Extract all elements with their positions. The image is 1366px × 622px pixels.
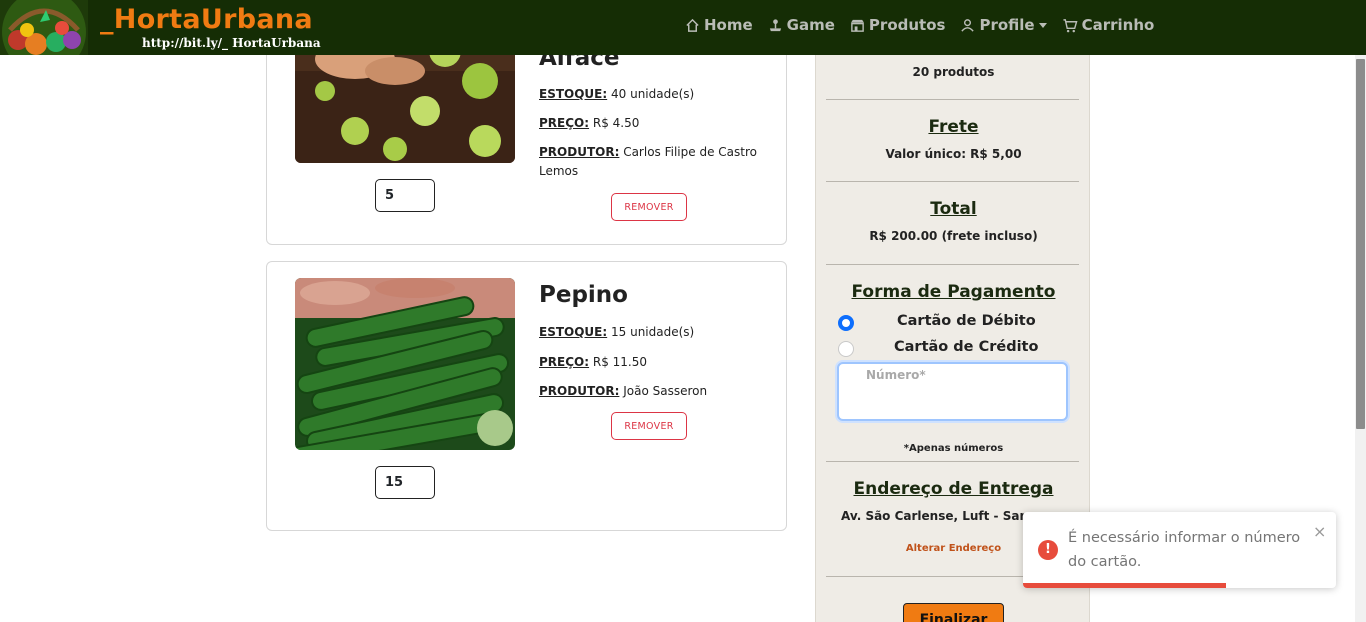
brand-url: http://bit.ly/_ HortaUrbana — [142, 36, 321, 50]
stock-label: ESTOQUE: — [539, 325, 608, 339]
scrollbar-thumb[interactable] — [1356, 59, 1365, 429]
product-name: Pepino — [539, 282, 628, 308]
payment-label-credito[interactable]: Cartão de Crédito — [894, 339, 1038, 355]
product-price: PREÇO: R$ 4.50 — [539, 114, 759, 133]
nav-profile[interactable]: Profile — [960, 16, 1047, 34]
radio-debito[interactable] — [838, 315, 854, 331]
producer-value: João Sasseron — [623, 384, 708, 398]
product-producer: PRODUTOR: Carlos Filipe de Castro Lemos — [539, 143, 759, 181]
frete-title: Frete — [928, 117, 979, 137]
total-title: Total — [930, 199, 977, 219]
quantity-input[interactable]: 5 — [375, 179, 435, 212]
total-value: R$ 200.00 (frete incluso) — [869, 229, 1038, 243]
finalize-button[interactable]: Finalizar — [903, 603, 1004, 622]
price-label: PREÇO: — [539, 116, 590, 130]
toast-progress-bar — [1023, 583, 1227, 588]
nav-menu: Home Game Produtos Profile Carrinho — [685, 16, 1169, 34]
price-value: R$ 4.50 — [592, 116, 640, 130]
nav-produtos-label: Produtos — [868, 16, 946, 34]
stock-label: ESTOQUE: — [539, 87, 608, 101]
product-price: PREÇO: R$ 11.50 — [539, 353, 759, 372]
card-number-input[interactable]: Número* — [837, 362, 1068, 421]
payment-option-debito[interactable] — [838, 315, 854, 331]
nav-home-label: Home — [704, 16, 753, 34]
divider — [826, 181, 1079, 182]
logo-image[interactable] — [0, 0, 88, 55]
nav-game[interactable]: Game — [768, 16, 835, 34]
nav-home[interactable]: Home — [685, 16, 753, 34]
stock-value: 15 unidade(s) — [611, 325, 695, 339]
product-stock: ESTOQUE: 15 unidade(s) — [539, 323, 759, 342]
payment-label-debito[interactable]: Cartão de Débito — [897, 313, 1036, 329]
toast-message: É necessário informar o número do cartão… — [1068, 530, 1301, 570]
producer-label: PRODUTOR: — [539, 145, 620, 159]
navbar: _HortaUrbana http://bit.ly/_ HortaUrbana… — [0, 0, 1366, 55]
error-toast: ! É necessário informar o número do cart… — [1023, 512, 1336, 588]
nav-carrinho-label: Carrinho — [1081, 16, 1155, 34]
nav-game-label: Game — [786, 16, 835, 34]
payment-title: Forma de Pagamento — [851, 282, 1056, 302]
close-icon[interactable]: × — [1313, 522, 1326, 541]
products-count: 20 produtos — [912, 65, 995, 79]
producer-label: PRODUTOR: — [539, 384, 620, 398]
brand-name[interactable]: _HortaUrbana — [100, 4, 313, 35]
remove-button[interactable]: REMOVER — [611, 412, 687, 440]
cart-icon — [1063, 18, 1078, 32]
payment-option-credito[interactable] — [838, 341, 854, 357]
product-image-pepino — [295, 278, 515, 450]
price-label: PREÇO: — [539, 355, 590, 369]
divider — [826, 461, 1079, 462]
nav-profile-label: Profile — [979, 16, 1035, 34]
product-stock: ESTOQUE: 40 unidade(s) — [539, 85, 759, 104]
frete-value: Valor único: R$ 5,00 — [885, 147, 1022, 161]
cart-item-card: Pepino ESTOQUE: 15 unidade(s) PREÇO: R$ … — [266, 261, 787, 531]
card-hint: *Apenas números — [903, 443, 1004, 454]
home-icon — [686, 18, 699, 32]
remove-button[interactable]: REMOVER — [611, 193, 687, 221]
chevron-down-icon — [1038, 22, 1047, 28]
scrollbar[interactable] — [1355, 55, 1366, 622]
joystick-icon — [769, 18, 781, 31]
radio-credito[interactable] — [838, 341, 854, 357]
price-value: R$ 11.50 — [592, 355, 648, 369]
stock-value: 40 unidade(s) — [611, 87, 695, 101]
divider — [826, 264, 1079, 265]
shop-icon — [850, 19, 864, 32]
product-producer: PRODUTOR: João Sasseron — [539, 382, 759, 401]
quantity-input[interactable]: 15 — [375, 466, 435, 499]
person-icon — [961, 18, 975, 32]
address-title: Endereço de Entrega — [853, 479, 1054, 499]
divider — [826, 99, 1079, 100]
nav-carrinho[interactable]: Carrinho — [1062, 16, 1155, 34]
nav-produtos[interactable]: Produtos — [850, 16, 946, 34]
error-icon: ! — [1038, 540, 1058, 560]
